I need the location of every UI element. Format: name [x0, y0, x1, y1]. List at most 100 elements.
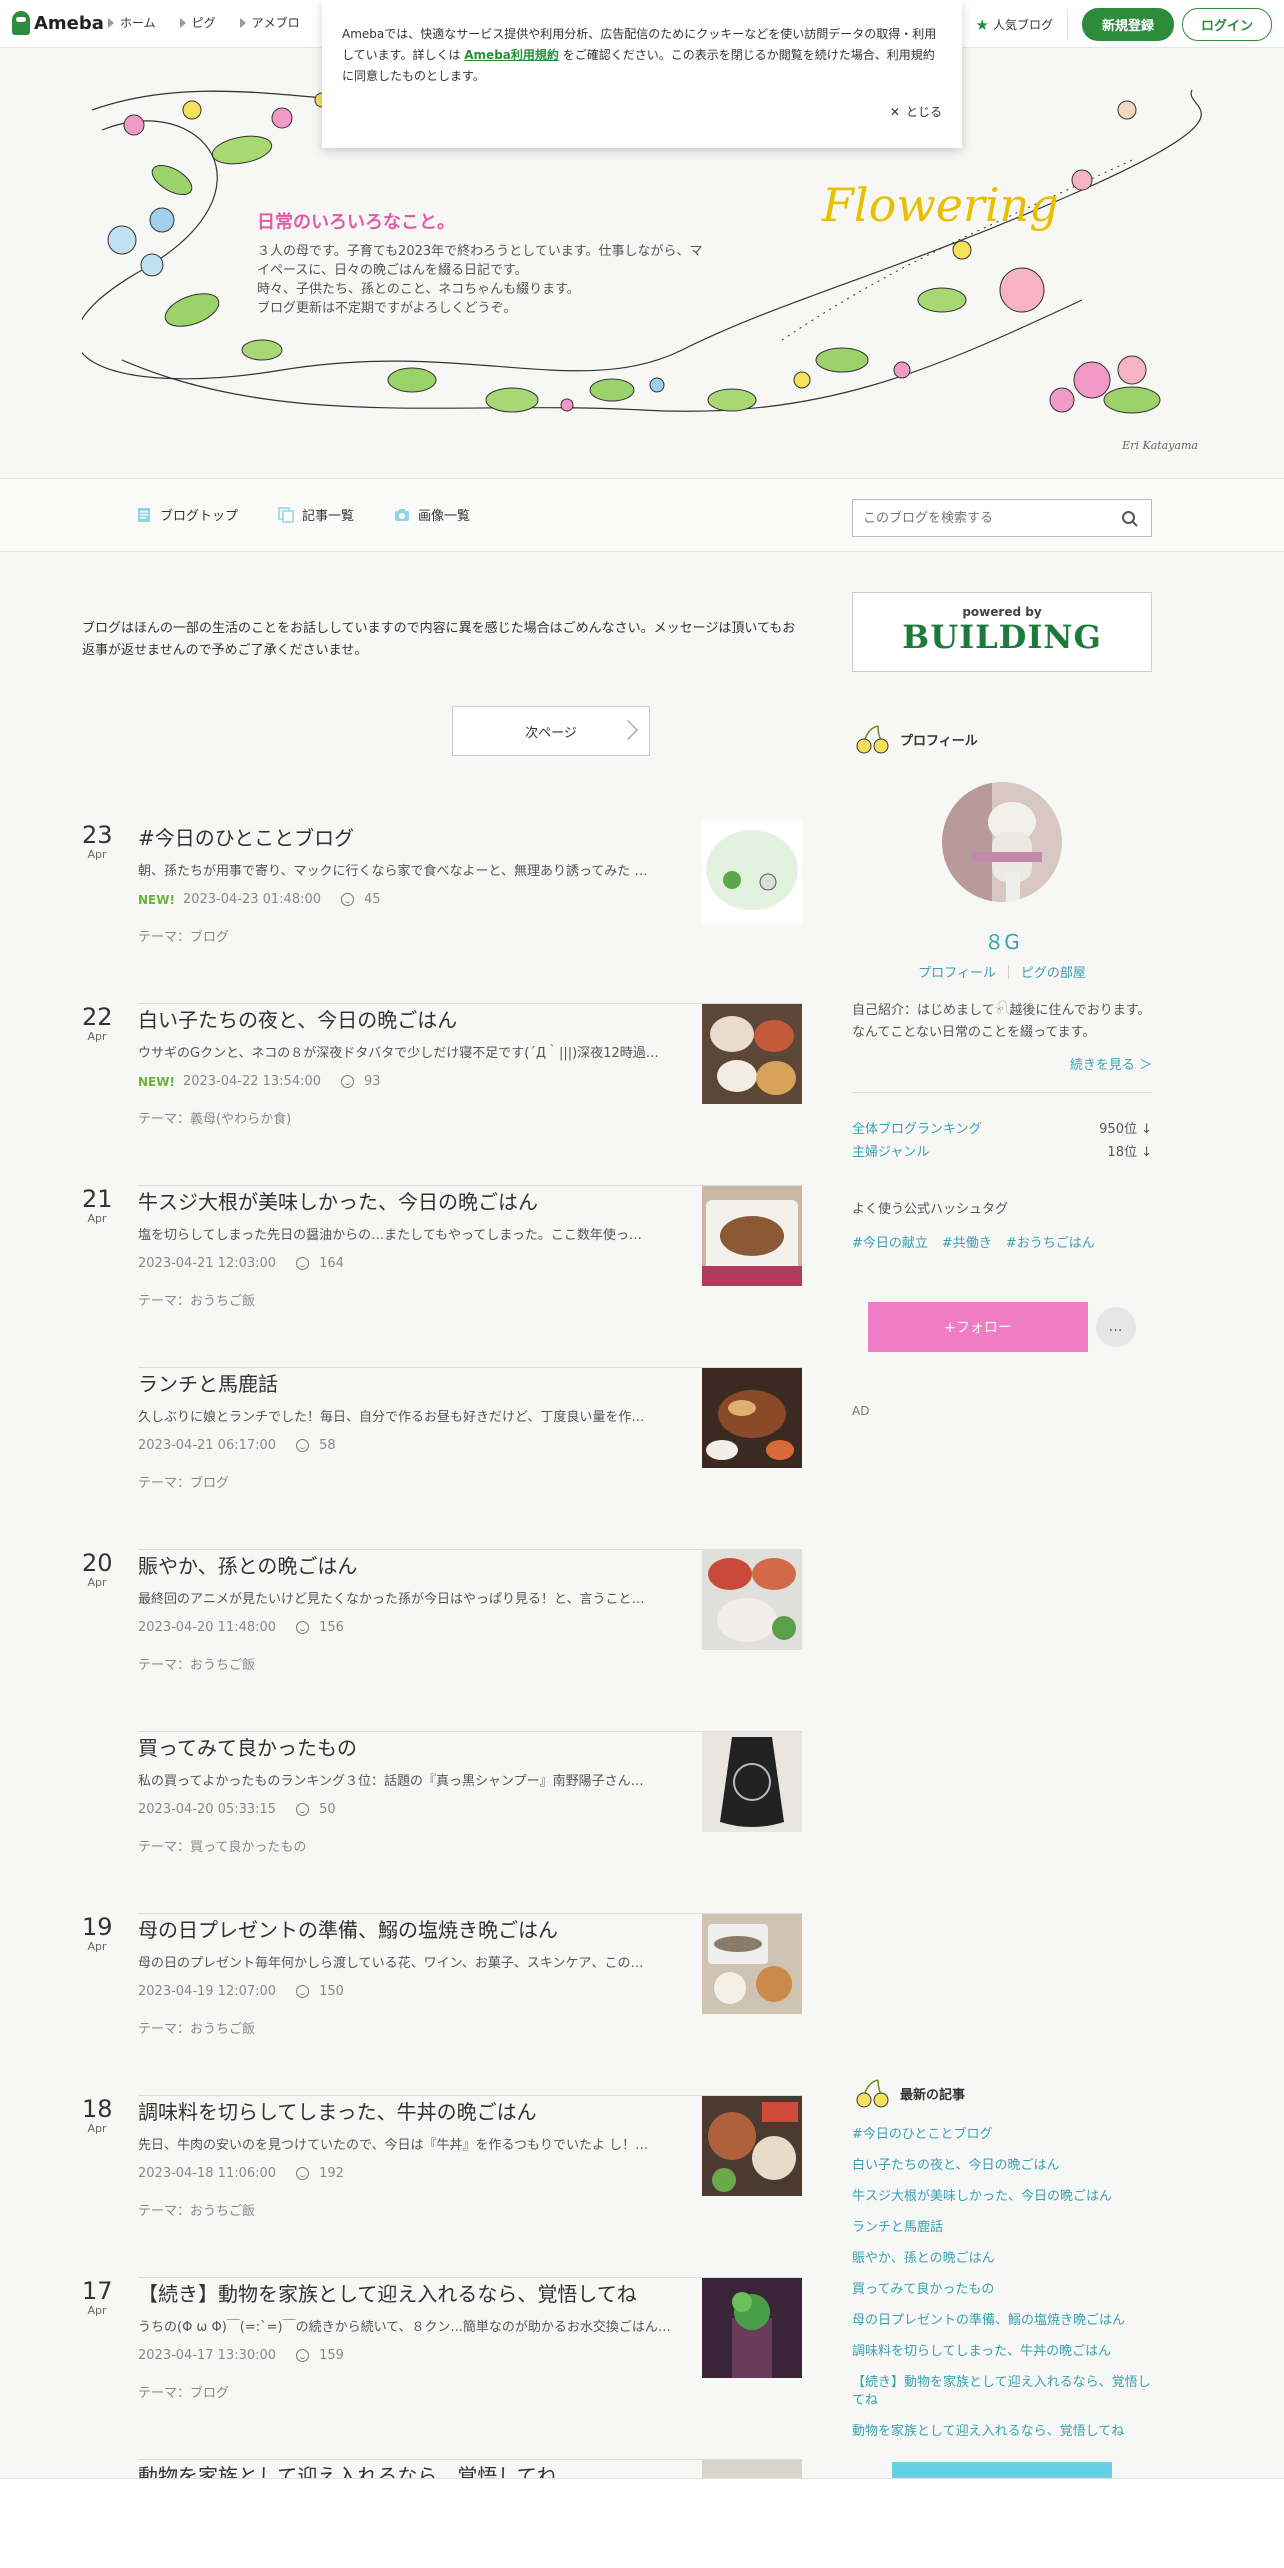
hashtag-link[interactable]: #今日の献立	[852, 1232, 928, 1251]
blog-title[interactable]: 日常のいろいろなこと。	[257, 208, 455, 234]
follow-button[interactable]: +フォロー	[868, 1302, 1088, 1352]
entry-excerpt[interactable]: 朝、孫たちが用事で寄り、マックに行くなら家で食べなよーと、無理あり誘ってみた …	[138, 860, 688, 879]
entry-item: 23 Apr #今日のひとことブログ 朝、孫たちが用事で寄り、マックに行くなら家で食べ…	[82, 822, 802, 1004]
ranking-row: 全体ブログランキング 950位 ↓	[852, 1118, 1152, 1137]
nav-ameblo[interactable]: アメブロ	[239, 14, 300, 31]
entry-thumbnail[interactable]	[702, 1368, 802, 1468]
entry-thumbnail[interactable]	[702, 822, 802, 922]
entry-excerpt[interactable]: 久しぶりに娘とランチでした！毎日、自分で作るお昼も好きだけど、丁度良い量を作…	[138, 1406, 688, 1425]
entry-date: 21 Apr	[82, 1186, 113, 1225]
profile-avatar[interactable]	[942, 782, 1062, 902]
entry-thumbnail[interactable]	[702, 2278, 802, 2378]
entry-title[interactable]: 買ってみて良かったもの	[138, 1732, 688, 1761]
entry-excerpt[interactable]: うちの(Φ ω Φ)￣(=:`=)￣の続きから続いて、８クン...簡単なのが助か…	[138, 2316, 688, 2335]
search-input[interactable]	[853, 500, 1103, 536]
like-count: 58	[319, 1438, 336, 1453]
entry-title[interactable]: 賑やか、孫との晩ごはん	[138, 1550, 688, 1579]
recent-entry-link[interactable]: 【続き】動物を家族として迎え入れるなら、覚悟してね	[852, 2374, 1152, 2410]
entry-theme[interactable]: テーマ：義母(やわらか食)	[138, 1108, 291, 1127]
entry-excerpt[interactable]: 先日、牛肉の安いのを見つけていたので、今日は『牛丼』を作るつもりでいたよ し！…	[138, 2134, 688, 2153]
entry-theme[interactable]: テーマ：おうちご飯	[138, 2200, 255, 2219]
nav-blog-top[interactable]: ブログトップ	[136, 505, 238, 524]
entry-thumbnail[interactable]	[702, 2096, 802, 2196]
profile-intro: 自己紹介：はじめまして𓍯越後に住んでおります。 なんてことない日常のことを綴って…	[852, 1003, 1151, 1040]
ranking-link[interactable]: 全体ブログランキング	[852, 1118, 982, 1137]
entry-title[interactable]: ランチと馬鹿話	[138, 1368, 688, 1397]
ranking-link[interactable]: 主婦ジャンル	[852, 1141, 929, 1160]
triangle-icon	[179, 17, 186, 28]
entry-meta: 2023-04-18 11:06:00 192	[138, 2166, 344, 2181]
entry-datetime: 2023-04-23 01:48:00	[182, 892, 322, 907]
triangle-icon	[239, 17, 246, 28]
recent-entry-link[interactable]: 調味料を切らしてしまった、牛丼の晩ごはん	[852, 2343, 1152, 2361]
hashtag-link[interactable]: #おうちごはん	[1006, 1232, 1095, 1251]
recent-entry-link[interactable]: 賑やか、孫との晩ごはん	[852, 2250, 1152, 2268]
entry-title[interactable]: 調味料を切らしてしまった、牛丼の晩ごはん	[138, 2096, 688, 2125]
login-button[interactable]: ログイン	[1181, 8, 1272, 41]
entry-theme[interactable]: テーマ：おうちご飯	[138, 2018, 255, 2037]
entry-thumbnail[interactable]	[702, 1004, 802, 1104]
terms-link[interactable]: Ameba利用規約	[464, 48, 559, 62]
entry-title[interactable]: 白い子たちの夜と、今日の晩ごはん	[138, 1004, 688, 1033]
entry-thumbnail[interactable]	[702, 1186, 802, 1286]
recent-entry-link[interactable]: 動物を家族として迎え入れるなら、覚悟してね	[852, 2423, 1152, 2441]
register-button[interactable]: 新規登録	[1081, 8, 1174, 41]
recent-entry-link[interactable]: #今日のひとことブログ	[852, 2126, 1152, 2144]
entry-excerpt[interactable]: 最終回のアニメが見たいけど見たくなかった孫が今日はやっぱり見る！と、言うこと…	[138, 1588, 688, 1607]
next-page-button[interactable]: 次ページ	[452, 706, 650, 756]
entry-title[interactable]: 母の日プレゼントの準備、鰯の塩焼き晩ごはん	[138, 1914, 688, 1943]
entry-title[interactable]: #今日のひとことブログ	[138, 822, 688, 851]
entry-excerpt[interactable]: 塩を切らしてしまった先日の醤油からの…またしてもやってしまった。ここ数年使っ…	[138, 1224, 688, 1243]
ranking-row: 主婦ジャンル 18位 ↓	[852, 1141, 1152, 1160]
ameba-logo[interactable]: Ameba	[12, 11, 104, 35]
entry-theme[interactable]: テーマ：ブログ	[138, 2382, 229, 2401]
blog-desc-line: ブログ更新は不定期ですがよろしくどうぞ。	[257, 301, 517, 316]
entry-excerpt[interactable]: ウサギのGクンと、ネコの８が深夜ドタバタで少しだけ寝不足です(´Д｀|||)深夜…	[138, 1042, 688, 1061]
close-label: とじる	[905, 105, 942, 119]
building-banner[interactable]: powered by BUILDING	[852, 592, 1152, 672]
recent-entry-link[interactable]: 買ってみて良かったもの	[852, 2281, 1152, 2299]
entry-meta: 2023-04-20 11:48:00 156	[138, 1620, 344, 1635]
building-powered-by: powered by	[962, 605, 1042, 619]
profile-name[interactable]: ８G	[852, 926, 1152, 955]
entry-theme[interactable]: テーマ：買って良かったもの	[138, 1836, 306, 1855]
entry-datetime: 2023-04-18 11:06:00	[138, 2166, 277, 2181]
cookie-close-button[interactable]: ✕ とじる	[890, 103, 942, 120]
illustrator-credit: Eri Katayama	[1122, 439, 1198, 452]
entry-excerpt[interactable]: 母の日のプレゼント毎年何かしら渡している花、ワイン、お菓子、スキンケア、この…	[138, 1952, 688, 1971]
document-icon	[138, 507, 150, 522]
popular-blog-link[interactable]: ★ 人気ブログ	[976, 16, 1053, 34]
nav-image-list[interactable]: 画像一覧	[394, 505, 470, 524]
entry-thumbnail[interactable]	[702, 1914, 802, 2014]
entry-theme[interactable]: テーマ：ブログ	[138, 1472, 229, 1491]
entry-excerpt[interactable]: 私の買ってよかったものランキング３位：話題の『真っ黒シャンプー』南野陽子さん…	[138, 1770, 688, 1789]
search-icon[interactable]	[1121, 510, 1139, 528]
hashtag-link[interactable]: #共働き	[942, 1232, 992, 1251]
pigg-room-link[interactable]: ピグの部屋	[1009, 962, 1098, 981]
nav-pigg[interactable]: ピグ	[179, 14, 216, 31]
read-more-link[interactable]: 続きを見る ＞	[852, 1054, 1152, 1073]
nav-label: 記事一覧	[302, 509, 355, 524]
entry-theme[interactable]: テーマ：おうちご飯	[138, 1654, 255, 1673]
recent-entry-link[interactable]: 牛スジ大根が美味しかった、今日の晩ごはん	[852, 2188, 1152, 2206]
recent-heading-label: 最新の記事	[900, 2087, 966, 2103]
recent-entry-link[interactable]: 白い子たちの夜と、今日の晩ごはん	[852, 2157, 1152, 2175]
profile-link[interactable]: プロフィール	[906, 962, 1008, 981]
like-icon	[296, 2167, 310, 2180]
entry-date: 17 Apr	[82, 2278, 113, 2317]
more-options-button[interactable]: …	[1096, 1307, 1136, 1347]
recent-entry-link[interactable]: 母の日プレゼントの準備、鰯の塩焼き晩ごはん	[852, 2312, 1152, 2330]
nav-entry-list[interactable]: 記事一覧	[278, 505, 354, 524]
entry-title[interactable]: 【続き】動物を家族として迎え入れるなら、覚悟してね	[138, 2278, 688, 2307]
entry-theme[interactable]: テーマ：ブログ	[138, 926, 229, 945]
entry-title[interactable]: 牛スジ大根が美味しかった、今日の晩ごはん	[138, 1186, 688, 1215]
thumbnail-image	[702, 1550, 802, 1650]
entry-theme[interactable]: テーマ：おうちご飯	[138, 1290, 255, 1309]
blog-desc-line: イペースに、日々の晩ごはんを綴る日記です。	[257, 263, 528, 278]
entry-thumbnail[interactable]	[702, 1732, 802, 1832]
entry-thumbnail[interactable]	[702, 2460, 802, 2478]
thumbnail-image	[702, 822, 802, 922]
entry-thumbnail[interactable]	[702, 1550, 802, 1650]
recent-entry-link[interactable]: ランチと馬鹿話	[852, 2219, 1152, 2237]
nav-home[interactable]: ホーム	[108, 14, 156, 31]
